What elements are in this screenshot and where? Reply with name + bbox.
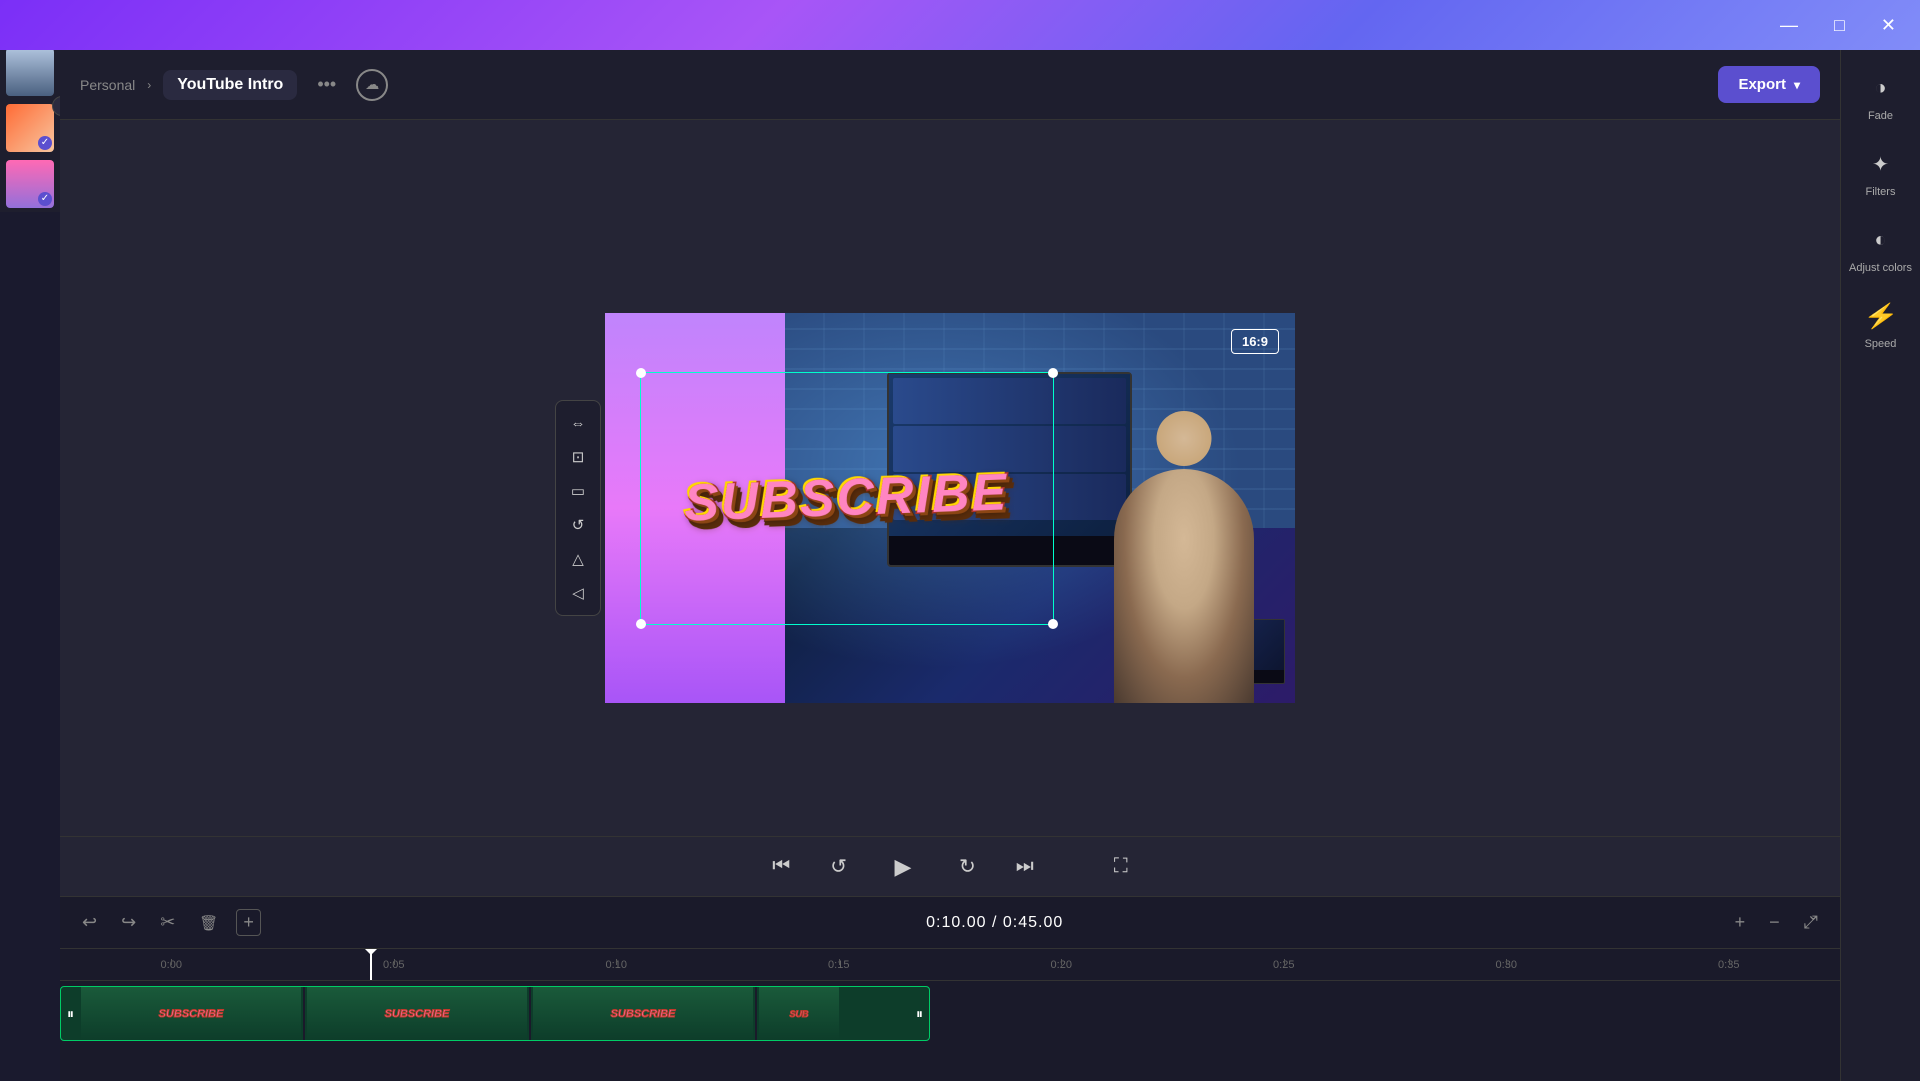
adjust-colors-icon: ◐	[1862, 222, 1898, 258]
maximize-button[interactable]: □	[1826, 12, 1853, 38]
video-track-clip[interactable]: ⏸ SUBSCRIBE SUBSCRIBE SUBSCRIBE SUB	[60, 986, 930, 1041]
media-thumbnail-2[interactable]	[6, 104, 54, 152]
current-time: 0:10.00	[926, 914, 986, 931]
selection-handle-tl[interactable]	[636, 368, 646, 378]
track-pause-button[interactable]: ⏸	[67, 1005, 74, 1022]
person-body	[1114, 469, 1254, 703]
export-label: Export	[1738, 76, 1786, 93]
cloud-sync-button[interactable]: ☁	[356, 69, 388, 101]
export-button[interactable]: Export ▾	[1718, 66, 1820, 103]
export-chevron-icon: ▾	[1794, 78, 1800, 92]
close-button[interactable]: ✕	[1873, 12, 1904, 38]
filters-icon: ✦	[1863, 146, 1899, 182]
selection-handle-br[interactable]	[1048, 619, 1058, 629]
ruler-mark-2: 0:10	[505, 959, 728, 971]
subscribe-text-label: SUBSCRIBE	[683, 463, 1009, 534]
title-bar: — □ ✕	[0, 0, 1920, 50]
header-bar: Personal › YouTube Intro ••• ☁ Export ▾	[60, 50, 1840, 120]
timeline-area: ⌄ ↩ ↪ ✂ 🗑 + 0:10.00 / 0:45.00 + − ⤢ 0:00…	[60, 896, 1840, 1081]
fade-label: Fade	[1868, 110, 1893, 122]
person-head	[1157, 411, 1212, 466]
clip-segment-4[interactable]: SUB	[759, 987, 839, 1040]
tool-adjust-colors[interactable]: ◐ Adjust colors	[1849, 222, 1912, 274]
total-time: 0:45.00	[1003, 914, 1063, 931]
filters-label: Filters	[1866, 186, 1896, 198]
clip-segment-3[interactable]: SUBSCRIBE	[533, 987, 753, 1040]
media-thumbnail-1[interactable]	[6, 48, 54, 96]
ruler-marks: 0:00 0:05 0:10 0:15 0:20 0:25 0:30 0:35	[60, 959, 1840, 971]
timeline-tracks: ⏸ SUBSCRIBE SUBSCRIBE SUBSCRIBE SUB	[60, 981, 1840, 1081]
adjust-colors-label: Adjust colors	[1849, 262, 1912, 274]
timeline-collapse-button[interactable]: ⌄	[1787, 897, 1840, 933]
timeline-ruler: 0:00 0:05 0:10 0:15 0:20 0:25 0:30 0:35	[60, 949, 1840, 981]
add-media-icon: +	[243, 912, 254, 932]
fade-icon: ◑	[1863, 70, 1899, 106]
skip-to-end-button[interactable]: ⏭	[1010, 849, 1040, 884]
rotate-tool-button[interactable]: ↺	[562, 509, 594, 541]
right-tools-panel: ◑ Fade ✦ Filters ◐ Adjust colors ⚡ Speed	[1840, 50, 1920, 1081]
undo-button[interactable]: ↩	[76, 908, 103, 937]
more-options-button[interactable]: •••	[309, 70, 344, 99]
play-pause-button[interactable]: ▶	[881, 845, 925, 889]
tool-fade[interactable]: ◑ Fade	[1863, 70, 1899, 122]
tool-filters[interactable]: ✦ Filters	[1863, 146, 1899, 198]
person-silhouette	[1114, 411, 1254, 704]
ruler-mark-1: 0:05	[283, 959, 506, 971]
chevron-down-icon: ⌄	[1807, 907, 1820, 924]
time-display: 0:10.00 / 0:45.00	[273, 914, 1717, 932]
ruler-mark-4: 0:20	[950, 959, 1173, 971]
tool-speed[interactable]: ⚡ Speed	[1863, 298, 1899, 350]
zoom-out-button[interactable]: −	[1763, 908, 1786, 937]
edit-tools-panel: ⇔ ⊡ ▭ ↺ △ ◁	[555, 400, 601, 616]
screen-tool-button[interactable]: ▭	[562, 475, 594, 507]
flip-tool-button[interactable]: △	[562, 543, 594, 575]
track-end-marker[interactable]: ⏸	[916, 1005, 923, 1022]
aspect-ratio-badge[interactable]: 16:9	[1231, 329, 1279, 354]
selection-handle-tr[interactable]	[1048, 368, 1058, 378]
fullscreen-button[interactable]: ⛶	[1108, 849, 1134, 884]
ruler-mark-3: 0:15	[728, 959, 951, 971]
crop-tool-button[interactable]: ⊡	[562, 441, 594, 473]
clip-subscribe-text-1: SUBSCRIBE	[159, 1008, 224, 1020]
playback-controls-bar: ⏮ ↺ ▶ ↻ ⏭ ⛶	[60, 836, 1840, 896]
breadcrumb-separator: ›	[147, 78, 151, 92]
playhead-handle[interactable]	[365, 949, 377, 955]
cut-button[interactable]: ✂	[154, 908, 181, 937]
timeline-playhead[interactable]	[370, 949, 372, 980]
video-track-row: ⏸ SUBSCRIBE SUBSCRIBE SUBSCRIBE SUB	[60, 981, 1840, 1046]
resize-tool-button[interactable]: ⇔	[562, 407, 594, 439]
video-preview-canvas[interactable]: ✛ SUBSCRIBE 16:9	[605, 313, 1295, 703]
add-media-button[interactable]: +	[236, 909, 261, 936]
ruler-mark-5: 0:25	[1173, 959, 1396, 971]
clip-subscribe-text-2: SUBSCRIBE	[385, 1008, 450, 1020]
mirror-tool-button[interactable]: ◁	[562, 577, 594, 609]
ruler-mark-7: 0:35	[1618, 959, 1841, 971]
speed-icon: ⚡	[1859, 298, 1902, 334]
subscribe-text-element[interactable]: ✛ SUBSCRIBE	[640, 372, 1054, 626]
selection-handle-bl[interactable]	[636, 619, 646, 629]
media-thumbnail-3[interactable]	[6, 160, 54, 208]
speed-label: Speed	[1865, 338, 1897, 350]
preview-area: ⇔ ⊡ ▭ ↺ △ ◁	[60, 120, 1840, 896]
skip-to-start-button[interactable]: ⏮	[766, 849, 796, 884]
redo-button[interactable]: ↪	[115, 908, 142, 937]
clip-subscribe-text-3: SUBSCRIBE	[611, 1008, 676, 1020]
breadcrumb-personal[interactable]: Personal	[80, 77, 135, 93]
rewind-5s-button[interactable]: ↺	[824, 848, 853, 885]
timeline-toolbar: ↩ ↪ ✂ 🗑 + 0:10.00 / 0:45.00 + − ⤢	[60, 897, 1840, 949]
clip-subscribe-text-4: SUB	[789, 1009, 808, 1019]
project-name[interactable]: YouTube Intro	[163, 70, 297, 100]
ruler-mark-0: 0:00	[60, 959, 283, 971]
clip-segment-2[interactable]: SUBSCRIBE	[307, 987, 527, 1040]
forward-5s-button[interactable]: ↻	[953, 848, 982, 885]
time-separator: /	[992, 914, 1003, 931]
minimize-button[interactable]: —	[1772, 12, 1806, 38]
ruler-mark-6: 0:30	[1395, 959, 1618, 971]
delete-button[interactable]: 🗑	[193, 910, 224, 936]
zoom-in-button[interactable]: +	[1729, 908, 1752, 937]
clip-segment-1[interactable]: SUBSCRIBE	[81, 987, 301, 1040]
